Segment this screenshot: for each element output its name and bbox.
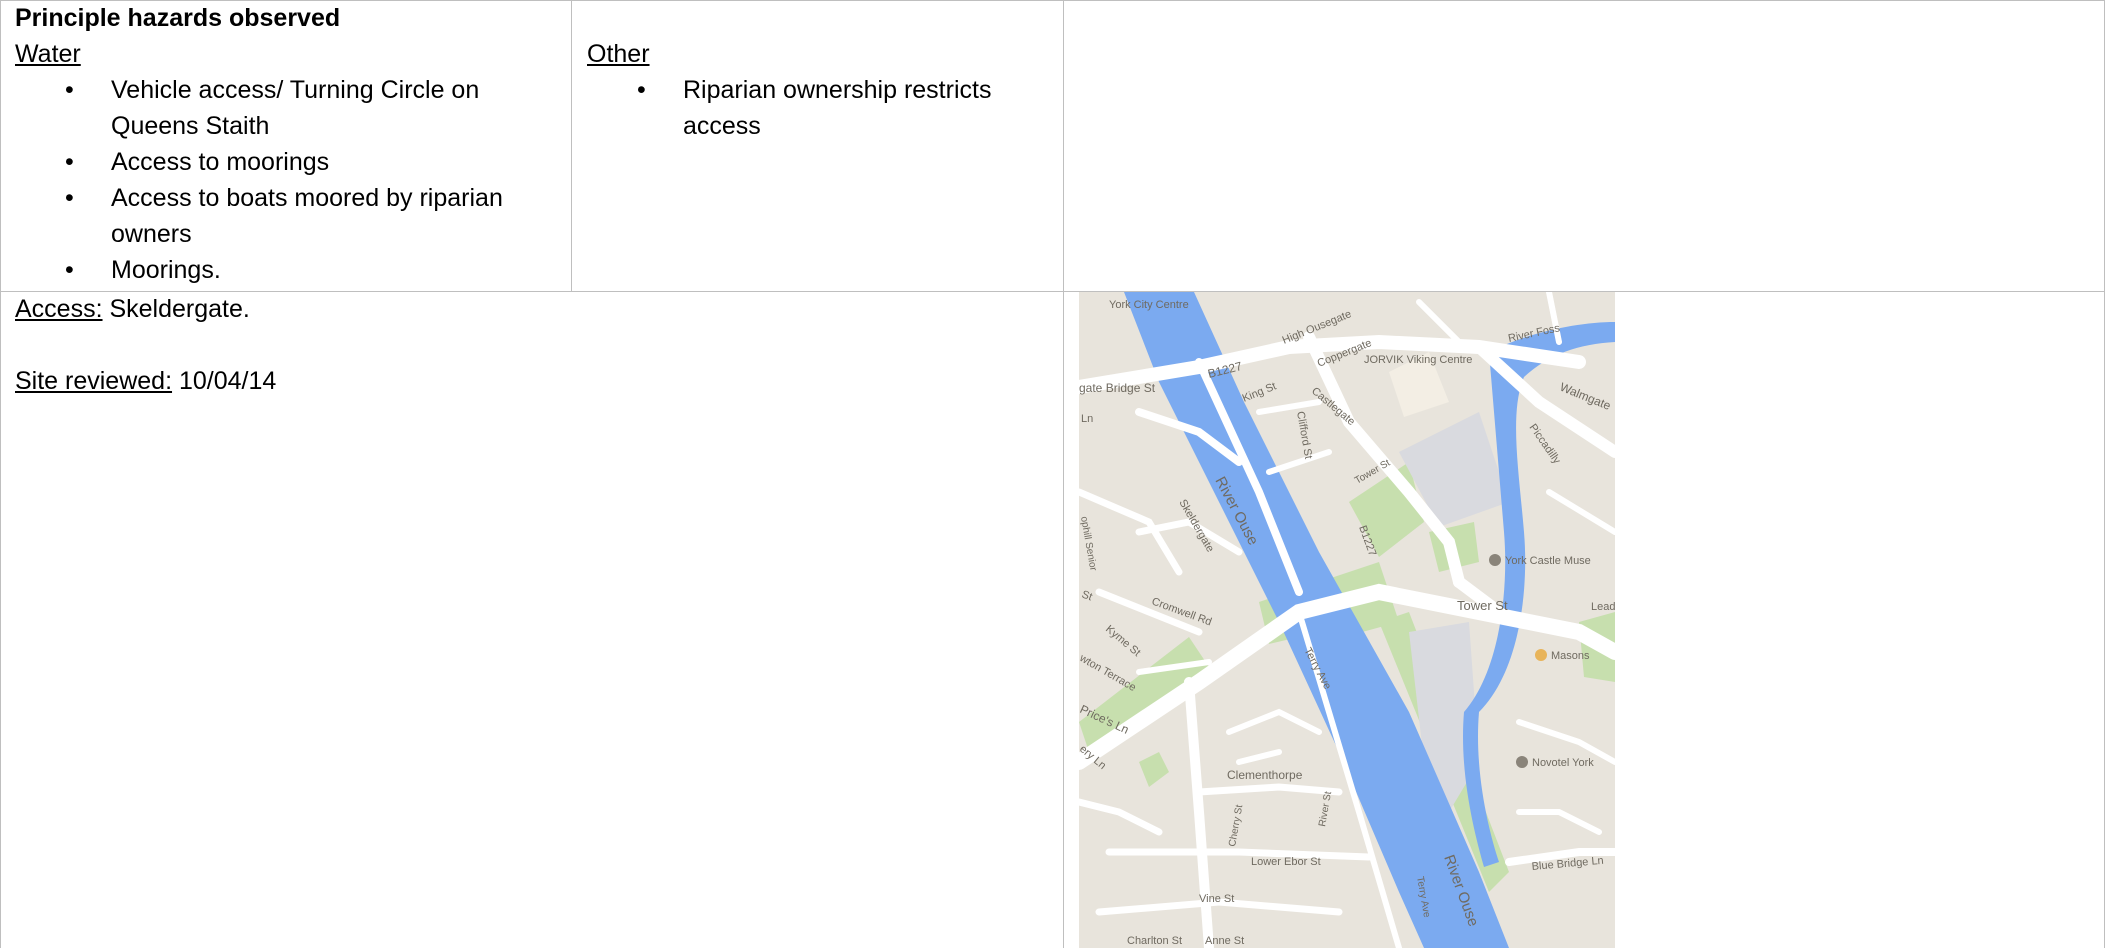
site-info-cell: Access: Skeldergate. Site reviewed: 10/0… bbox=[15, 291, 1055, 399]
table-border-left bbox=[0, 0, 1, 948]
map-label: Tower St bbox=[1457, 598, 1508, 613]
reviewed-line: Site reviewed: 10/04/14 bbox=[15, 363, 1055, 399]
reviewed-label: Site reviewed: bbox=[15, 367, 173, 395]
list-item: Vehicle access/ Turning Circle on Queens… bbox=[15, 72, 565, 144]
list-item: Riparian ownership restricts access bbox=[587, 72, 1057, 144]
water-hazard-list: Vehicle access/ Turning Circle on Queens… bbox=[15, 72, 565, 288]
list-item: Access to moorings bbox=[15, 144, 565, 180]
map-label: JORVIK Viking Centre bbox=[1364, 354, 1472, 366]
water-hazards-cell: Principle hazards observed Water Vehicle… bbox=[15, 0, 565, 288]
map-label: Lower Ebor St bbox=[1251, 856, 1321, 868]
map-svg: York City Centre High Ousegate Coppergat… bbox=[1079, 292, 1615, 948]
table-col-divider-1 bbox=[571, 0, 572, 291]
map-label: York City Centre bbox=[1109, 299, 1189, 311]
water-label: Water bbox=[15, 40, 81, 68]
list-item: Moorings. bbox=[15, 252, 565, 288]
access-label: Access: bbox=[15, 295, 103, 323]
other-hazards-cell: Other Riparian ownership restricts acces… bbox=[587, 36, 1057, 144]
map-label: Charlton St bbox=[1127, 935, 1182, 947]
map-label: Lead bbox=[1591, 601, 1615, 613]
hazards-heading: Principle hazards observed bbox=[15, 4, 341, 32]
map-label: Novotel York bbox=[1532, 757, 1594, 769]
other-label: Other bbox=[587, 40, 650, 68]
map-label: Ln bbox=[1081, 413, 1093, 425]
reviewed-value: 10/04/14 bbox=[172, 367, 277, 395]
map-label: Vine St bbox=[1199, 893, 1234, 905]
map-label: York Castle Muse bbox=[1505, 555, 1591, 567]
map-label: Masons bbox=[1551, 650, 1590, 662]
table-col-divider-2 bbox=[1063, 0, 1064, 948]
map-label: gate Bridge St bbox=[1079, 381, 1156, 395]
map-label: Anne St bbox=[1205, 935, 1244, 947]
map-label: Clementhorpe bbox=[1227, 768, 1303, 782]
other-hazard-list: Riparian ownership restricts access bbox=[587, 72, 1057, 144]
list-item: Access to boats moored by riparian owner… bbox=[15, 180, 565, 252]
site-map: York City Centre High Ousegate Coppergat… bbox=[1079, 292, 1615, 948]
access-value: Skeldergate. bbox=[102, 295, 250, 323]
access-line: Access: Skeldergate. bbox=[15, 291, 1055, 327]
